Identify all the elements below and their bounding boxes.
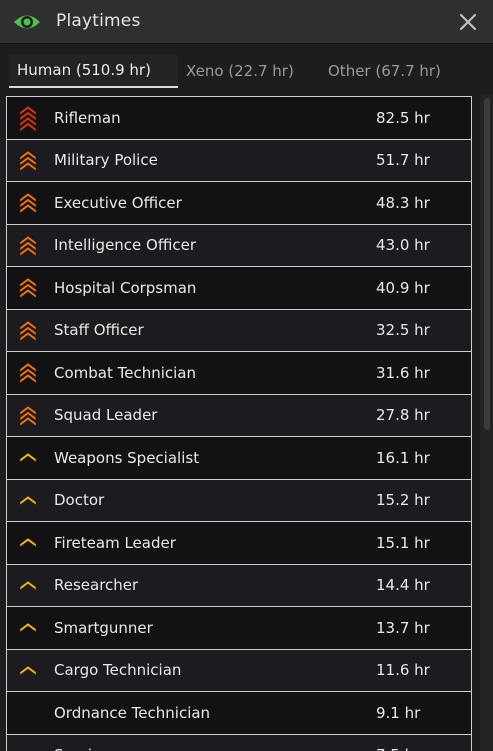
orange-double-chevron-rank-icon [19,150,37,172]
yellow-chevron-rank-icon [19,495,37,506]
tab-human[interactable]: Human (510.9 hr) [9,54,178,88]
red-double-chevron-rank-icon [19,105,37,131]
orange-double-chevron-rank-icon [19,235,37,257]
job-name: Staff Officer [54,321,144,340]
job-name: Smartgunner [54,618,153,637]
list-item: Doctor 15.2 hr [6,479,472,522]
list-item: Combat Technician 31.6 hr [6,352,472,395]
playtime-tabs: Human (510.9 hr) Xeno (22.7 hr) Other (6… [0,44,493,94]
orange-double-chevron-rank-icon [19,277,37,299]
yellow-chevron-rank-icon [19,665,37,676]
job-playtime: 51.7 hr [376,151,430,170]
list-item: Smartgunner 13.7 hr [6,607,472,650]
list-item: Weapons Specialist 16.1 hr [6,437,472,480]
list-item: Rifleman 82.5 hr [6,97,472,140]
scrollbar-thumb[interactable] [484,98,490,430]
list-item: Squad Leader 27.8 hr [6,394,472,437]
job-name: Weapons Specialist [54,448,200,467]
job-name: Cargo Technician [54,661,182,680]
job-name: Squad Leader [54,406,158,425]
job-playtime: 16.1 hr [376,448,430,467]
job-name: Ordnance Technician [54,703,211,722]
job-playtime: 7.5 hr [376,746,420,751]
job-playtime: 31.6 hr [376,363,430,382]
job-playtime: 15.1 hr [376,533,430,552]
job-playtime: 15.2 hr [376,491,430,510]
job-name: Executive Officer [54,193,182,212]
job-name: Researcher [54,576,139,595]
job-playtime: 48.3 hr [376,193,430,212]
orange-double-chevron-rank-icon [19,362,37,384]
job-name: Hospital Corpsman [54,278,197,297]
window-title: Playtimes [56,11,141,31]
yellow-chevron-rank-icon [19,452,37,463]
list-item: Hospital Corpsman 40.9 hr [6,267,472,310]
list-item: Researcher 14.4 hr [6,564,472,607]
orange-double-chevron-rank-icon [19,192,37,214]
tab-xeno[interactable]: Xeno (22.7 hr) [186,54,294,88]
job-name: Intelligence Officer [54,236,196,255]
job-playtime: 14.4 hr [376,576,430,595]
list-item: Service 7.5 hr [6,734,472,751]
job-playtime: 82.5 hr [376,108,430,127]
tab-other[interactable]: Other (67.7 hr) [328,54,441,88]
yellow-chevron-rank-icon [19,580,37,591]
job-name: Doctor [54,491,105,510]
job-playtime: 11.6 hr [376,661,430,680]
job-playtime: 40.9 hr [376,278,430,297]
list-item: Fireteam Leader 15.1 hr [6,522,472,565]
list-item: Intelligence Officer 43.0 hr [6,224,472,267]
job-name: Service [54,746,109,751]
yellow-chevron-rank-icon [19,622,37,633]
eye-icon [14,15,40,29]
job-playtime: 27.8 hr [376,406,430,425]
job-name: Rifleman [54,108,121,127]
orange-double-chevron-rank-icon [19,320,37,342]
orange-double-chevron-rank-icon [19,405,37,427]
list-item: Cargo Technician 11.6 hr [6,649,472,692]
list-item: Military Police 51.7 hr [6,139,472,182]
title-bar: Playtimes [0,0,493,44]
list-item: Ordnance Technician 9.1 hr [6,692,472,735]
job-playtime: 9.1 hr [376,703,421,722]
playtime-list: Rifleman 82.5 hr Military Police 51.7 hr Exe… [6,96,472,751]
yellow-chevron-rank-icon [19,537,37,548]
close-icon[interactable] [457,11,479,33]
job-name: Military Police [54,151,158,170]
list-item: Staff Officer 32.5 hr [6,309,472,352]
job-name: Combat Technician [54,363,197,382]
list-item: Executive Officer 48.3 hr [6,182,472,225]
scrollbar[interactable] [480,94,493,751]
job-playtime: 32.5 hr [376,321,430,340]
job-name: Fireteam Leader [54,533,176,552]
job-playtime: 13.7 hr [376,618,430,637]
job-playtime: 43.0 hr [376,236,430,255]
